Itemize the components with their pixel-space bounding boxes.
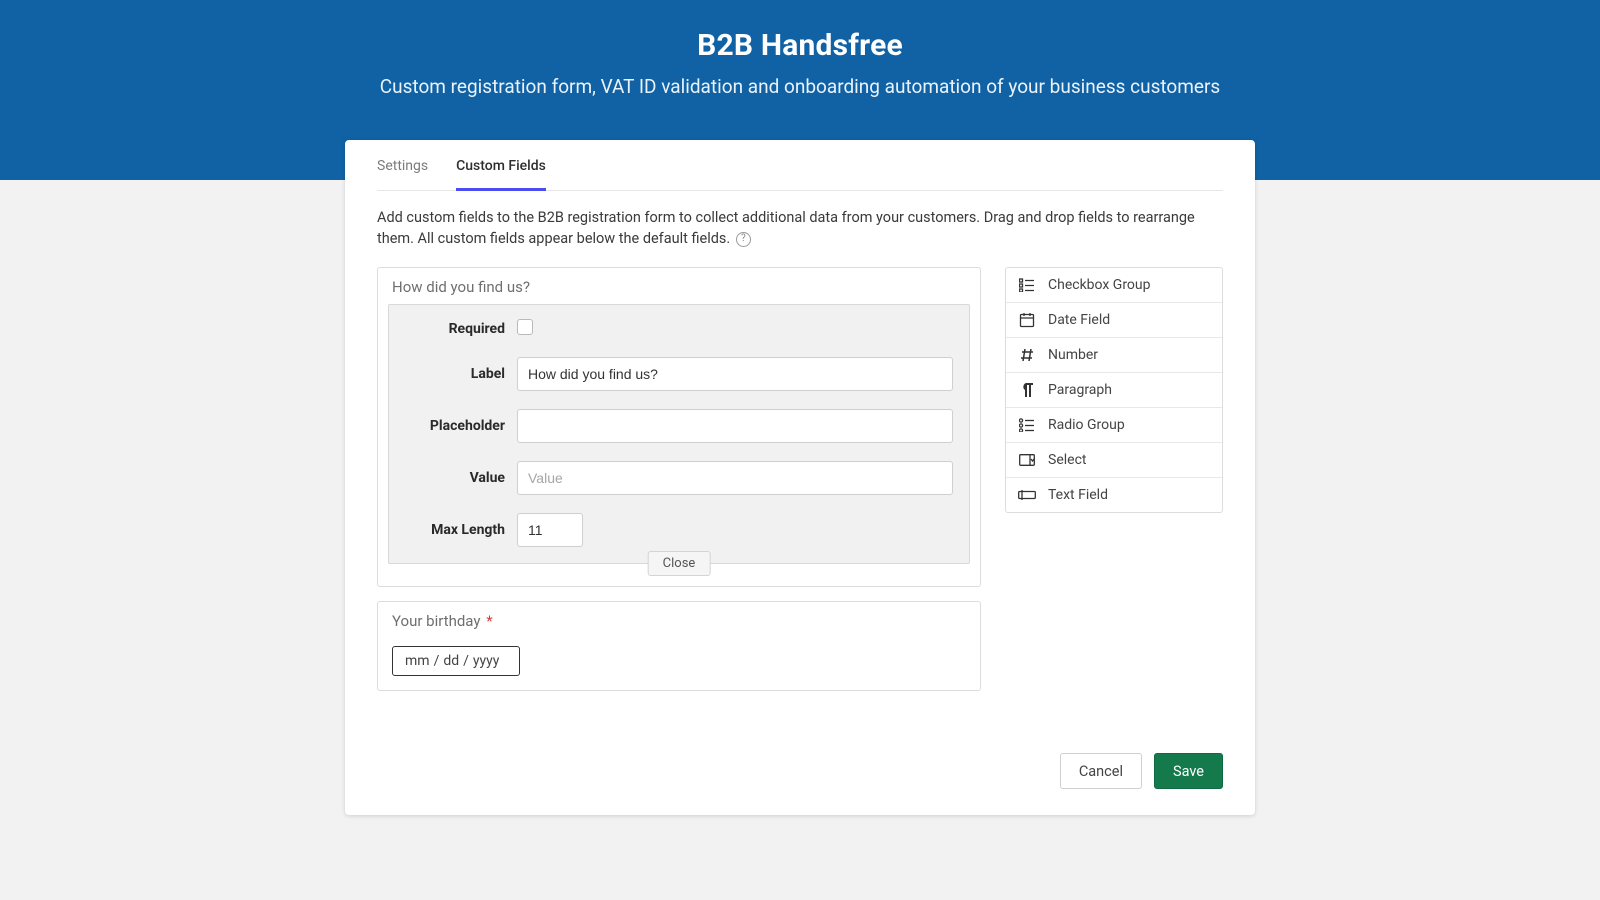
maxlength-label: Max Length (405, 522, 505, 538)
tab-custom-fields[interactable]: Custom Fields (456, 158, 546, 191)
paragraph-icon (1018, 382, 1036, 398)
page-title: B2B Handsfree (0, 28, 1600, 63)
checkbox-group-icon (1018, 278, 1036, 292)
field-editor: Required Label Placeholder (388, 304, 970, 564)
required-label: Required (405, 321, 505, 337)
value-input[interactable] (517, 461, 953, 495)
maxlength-input[interactable] (517, 513, 583, 547)
palette-item-checkbox-group[interactable]: Checkbox Group (1006, 268, 1222, 303)
cancel-button[interactable]: Cancel (1060, 753, 1142, 789)
birthday-date-input[interactable]: mm / dd / yyyy (392, 646, 520, 676)
field-card-how-did-you-find-us[interactable]: How did you find us? Required Label Plac… (377, 267, 981, 587)
field-title: How did you find us? (378, 268, 980, 304)
help-icon[interactable]: ? (736, 232, 751, 247)
calendar-icon (1018, 312, 1036, 328)
intro-text: Add custom fields to the B2B registratio… (377, 207, 1223, 249)
settings-card: Settings Custom Fields Add custom fields… (345, 140, 1255, 815)
palette-item-number[interactable]: Number (1006, 338, 1222, 373)
palette-item-select[interactable]: Select (1006, 443, 1222, 478)
tabs: Settings Custom Fields (377, 158, 1223, 191)
text-field-icon (1018, 489, 1036, 501)
required-checkbox[interactable] (517, 319, 533, 335)
close-editor-button[interactable]: Close (648, 551, 711, 576)
value-label: Value (405, 470, 505, 486)
label-input[interactable] (517, 357, 953, 391)
save-button[interactable]: Save (1154, 753, 1223, 789)
placeholder-label: Placeholder (405, 418, 505, 434)
palette-item-date-field[interactable]: Date Field (1006, 303, 1222, 338)
palette-item-paragraph[interactable]: Paragraph (1006, 373, 1222, 408)
hash-icon (1018, 347, 1036, 363)
tab-settings[interactable]: Settings (377, 158, 428, 190)
footer-actions: Cancel Save (377, 753, 1223, 789)
palette-item-radio-group[interactable]: Radio Group (1006, 408, 1222, 443)
field-card-birthday[interactable]: Your birthday * mm / dd / yyyy (377, 601, 981, 691)
field-palette: Checkbox Group Date Field (1005, 267, 1223, 513)
label-label: Label (405, 366, 505, 382)
placeholder-input[interactable] (517, 409, 953, 443)
page-subtitle: Custom registration form, VAT ID validat… (0, 75, 1600, 98)
radio-group-icon (1018, 418, 1036, 432)
field-title-birthday: Your birthday * (378, 602, 980, 638)
required-asterisk: * (486, 612, 492, 630)
select-icon (1018, 454, 1036, 466)
form-canvas: How did you find us? Required Label Plac… (377, 267, 981, 705)
palette-item-text-field[interactable]: Text Field (1006, 478, 1222, 512)
